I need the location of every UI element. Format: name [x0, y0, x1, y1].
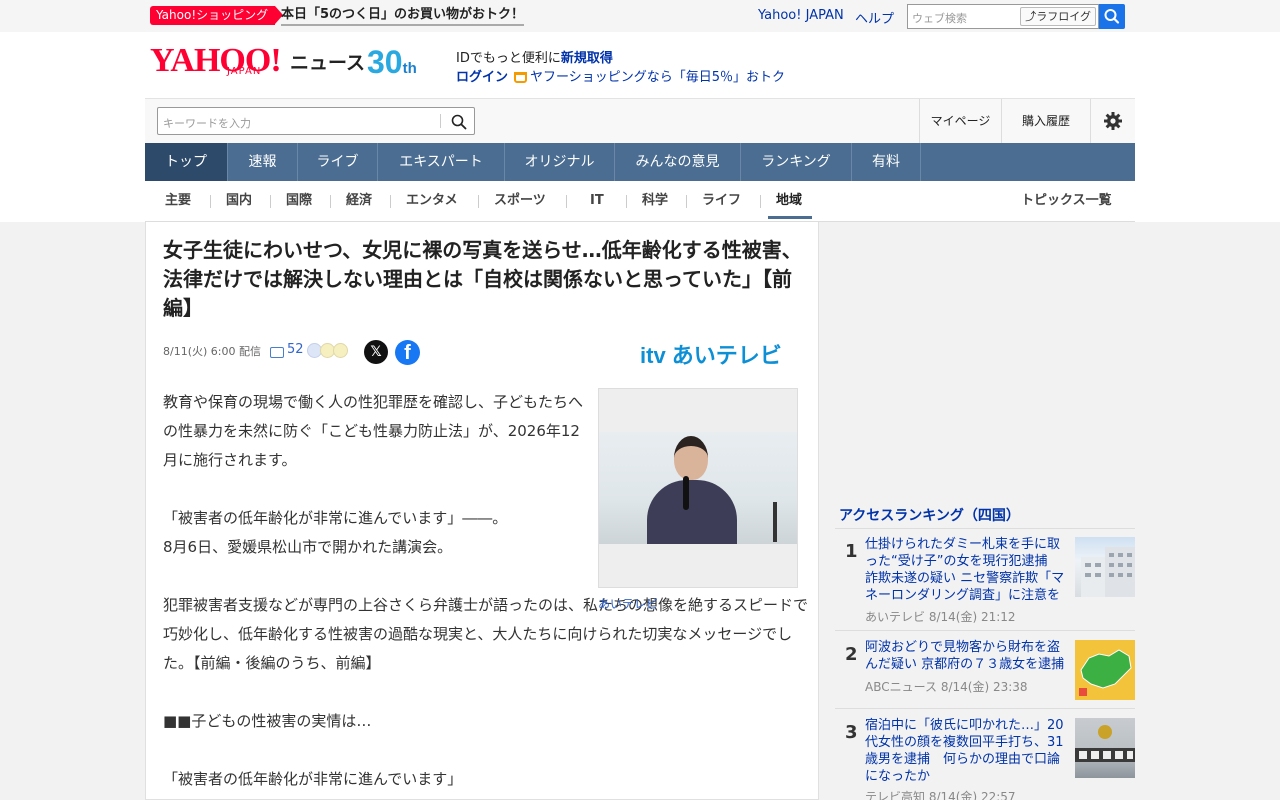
- keyword-placeholder: キーワードを入力: [163, 117, 251, 130]
- subnav-life[interactable]: ライフ: [702, 192, 741, 210]
- ranking-title[interactable]: アクセスランキング（四国）: [839, 505, 1020, 525]
- rank-headline: 宿泊中に「彼氏に叩かれた…」20代女性の顔を複数回平手打ち、31歳男を逮捕 何ら…: [865, 718, 1064, 784]
- login-line: ログイン ヤフーショッピングなら「毎日5％」おトク: [456, 66, 785, 85]
- ranking-item[interactable]: 2 阿波おどりで見物客から財布を盗んだ疑い 京都府の７３歳女を逮捕 ABCニュー…: [835, 632, 1135, 709]
- rank-headline: 阿波おどりで見物客から財布を盗んだ疑い 京都府の７３歳女を逮捕: [865, 640, 1065, 672]
- mypage-button[interactable]: マイページ: [919, 99, 1001, 143]
- subnav-divider: [270, 195, 271, 208]
- settings-button[interactable]: [1090, 99, 1135, 143]
- gear-icon: [1104, 112, 1122, 130]
- comment-icon[interactable]: [270, 347, 284, 358]
- subnav-divider: [566, 195, 567, 208]
- speaker-photo: [599, 432, 797, 544]
- ranking-item[interactable]: 1 仕掛けられたダミー札束を手に取った“受け子”の女を現行犯逮捕 詐欺未遂の疑い…: [835, 529, 1135, 631]
- photo-microphone: [683, 476, 689, 510]
- yahoo-logo-japan: JAPAN: [227, 66, 262, 77]
- search-divider: [440, 114, 441, 128]
- signup-link[interactable]: 新規取得: [561, 51, 613, 66]
- sub-nav: 主要 国内 国際 経済 エンタメ スポーツ IT 科学 ライフ 地域 トピックス…: [145, 181, 1135, 222]
- article-paragraph: 教育や保育の現場で働く人の性犯罪歴を確認し、子どもたちへの性暴力を未然に防ぐ「こ…: [163, 393, 584, 469]
- ranking-item[interactable]: 3 宿泊中に「彼氏に叩かれた…」20代女性の顔を複数回平手打ち、31歳男を逮捕 …: [835, 710, 1135, 800]
- keyword-search-input[interactable]: キーワードを入力: [157, 107, 475, 135]
- subnav-divider: [760, 195, 761, 208]
- nav-live[interactable]: ライブ: [298, 143, 378, 181]
- article-title: 女子生徒にわいせつ、女児に裸の写真を送らせ…低年齢化する性被害、法律だけでは解決…: [163, 238, 802, 320]
- subnav-economy[interactable]: 経済: [346, 192, 372, 210]
- reaction-icon: [333, 343, 348, 358]
- map-thumbnail: [1079, 649, 1132, 696]
- publisher-logo[interactable]: itv あいテレビ: [640, 338, 782, 370]
- main-nav: トップ 速報 ライブ エキスパート オリジナル みんなの意見 ランキング 有料: [145, 143, 1135, 181]
- rank-thumbnail: [1075, 537, 1135, 597]
- rank-number: 1: [845, 541, 858, 562]
- rank-number: 2: [845, 644, 858, 665]
- nav-ranking[interactable]: ランキング: [741, 143, 852, 181]
- subnav-regional[interactable]: 地域: [776, 192, 802, 210]
- nav-paid[interactable]: 有料: [852, 143, 921, 181]
- comment-count[interactable]: 52: [287, 342, 304, 357]
- rank-thumbnail: [1075, 718, 1135, 778]
- topics-list-link[interactable]: トピックス一覧: [1021, 192, 1112, 210]
- subnav-divider: [686, 195, 687, 208]
- photo-figure: [647, 480, 737, 544]
- rank-number: 3: [845, 722, 858, 743]
- photo-figure-head: [674, 436, 708, 480]
- rank-thumbnail: [1075, 640, 1135, 700]
- article-paragraph: 8月6日、愛媛県松山市で開かれた講演会。: [163, 538, 453, 556]
- 30th-anniversary-badge: 30th: [367, 44, 417, 87]
- subnav-divider: [390, 195, 391, 208]
- subnav-international[interactable]: 国際: [286, 192, 312, 210]
- subnav-divider: [210, 195, 211, 208]
- badge-number: 30: [367, 44, 403, 80]
- nav-opinions[interactable]: みんなの意見: [615, 143, 741, 181]
- rank-source: あいテレビ 8/14(金) 21:12: [865, 610, 1016, 624]
- subnav-it[interactable]: IT: [590, 192, 604, 210]
- article-paragraph: 「被害者の低年齢化が非常に進んでいます」: [163, 770, 463, 788]
- photo-stand: [773, 502, 777, 542]
- subnav-entertainment[interactable]: エンタメ: [406, 192, 458, 210]
- rank-source: テレビ高知 8/14(金) 22:57: [865, 790, 1016, 800]
- rank-headline: 仕掛けられたダミー札束を手に取った“受け子”の女を現行犯逮捕 詐欺未遂の疑い ニ…: [865, 537, 1065, 603]
- article-paragraph: 「被害者の低年齢化が非常に進んでいます」――。: [163, 509, 508, 527]
- photo-caption[interactable]: あいテレビ: [598, 595, 658, 612]
- signup-line: IDでもっと便利に新規取得: [456, 47, 613, 66]
- badge-suffix: th: [402, 60, 417, 77]
- logo-row: YAHOO! JAPAN ニュース 30th IDでもっと便利に新規取得 ログイ…: [145, 0, 1135, 98]
- subnav-divider: [626, 195, 627, 208]
- subnav-divider: [478, 195, 479, 208]
- police-station-thumbnail: [1075, 725, 1135, 762]
- article-paragraph: 犯罪被害者支援などが専門の上谷さくら弁護士が語ったのは、私たちの想像を絶するスピ…: [163, 591, 808, 678]
- news-section-logo[interactable]: ニュース: [290, 48, 365, 75]
- x-share-icon[interactable]: 𝕏: [364, 340, 388, 364]
- cart-icon: [514, 72, 528, 83]
- subnav-sports[interactable]: スポーツ: [494, 192, 546, 210]
- purchase-history-button[interactable]: 購入履歴: [1001, 99, 1090, 143]
- nav-original[interactable]: オリジナル: [505, 143, 615, 181]
- subnav-science[interactable]: 科学: [642, 192, 668, 210]
- nav-top[interactable]: トップ: [145, 143, 228, 181]
- search-icon[interactable]: [451, 114, 467, 130]
- article-paragraph-text: 犯罪被害者支援などが専門の上谷さくら弁護士が語ったのは、私たちの想像を絶するスピ…: [163, 596, 809, 672]
- subnav-domestic[interactable]: 国内: [226, 192, 252, 210]
- facebook-share-icon[interactable]: f: [395, 340, 420, 365]
- article: 女子生徒にわいせつ、女児に裸の写真を送らせ…低年齢化する性被害、法律だけでは解決…: [145, 222, 819, 800]
- rank-source: ABCニュース 8/14(金) 23:38: [865, 680, 1028, 694]
- login-link[interactable]: ログイン: [456, 70, 508, 85]
- shopping-promo-link[interactable]: ヤフーショッピングなら「毎日5％」おトク: [530, 70, 785, 85]
- article-subheading: ■■子どもの性被害の実情は…: [163, 712, 372, 730]
- signup-prefix: IDでもっと便利に: [456, 51, 561, 66]
- nav-breaking[interactable]: 速報: [228, 143, 298, 181]
- building-thumbnail: [1081, 547, 1135, 597]
- article-photo[interactable]: [598, 388, 798, 588]
- subnav-active-indicator: [768, 216, 812, 219]
- article-date: 8/11(火) 6:00 配信: [163, 345, 261, 358]
- subnav-main[interactable]: 主要: [165, 192, 191, 210]
- subnav-divider: [330, 195, 331, 208]
- nav-expert[interactable]: エキスパート: [378, 143, 505, 181]
